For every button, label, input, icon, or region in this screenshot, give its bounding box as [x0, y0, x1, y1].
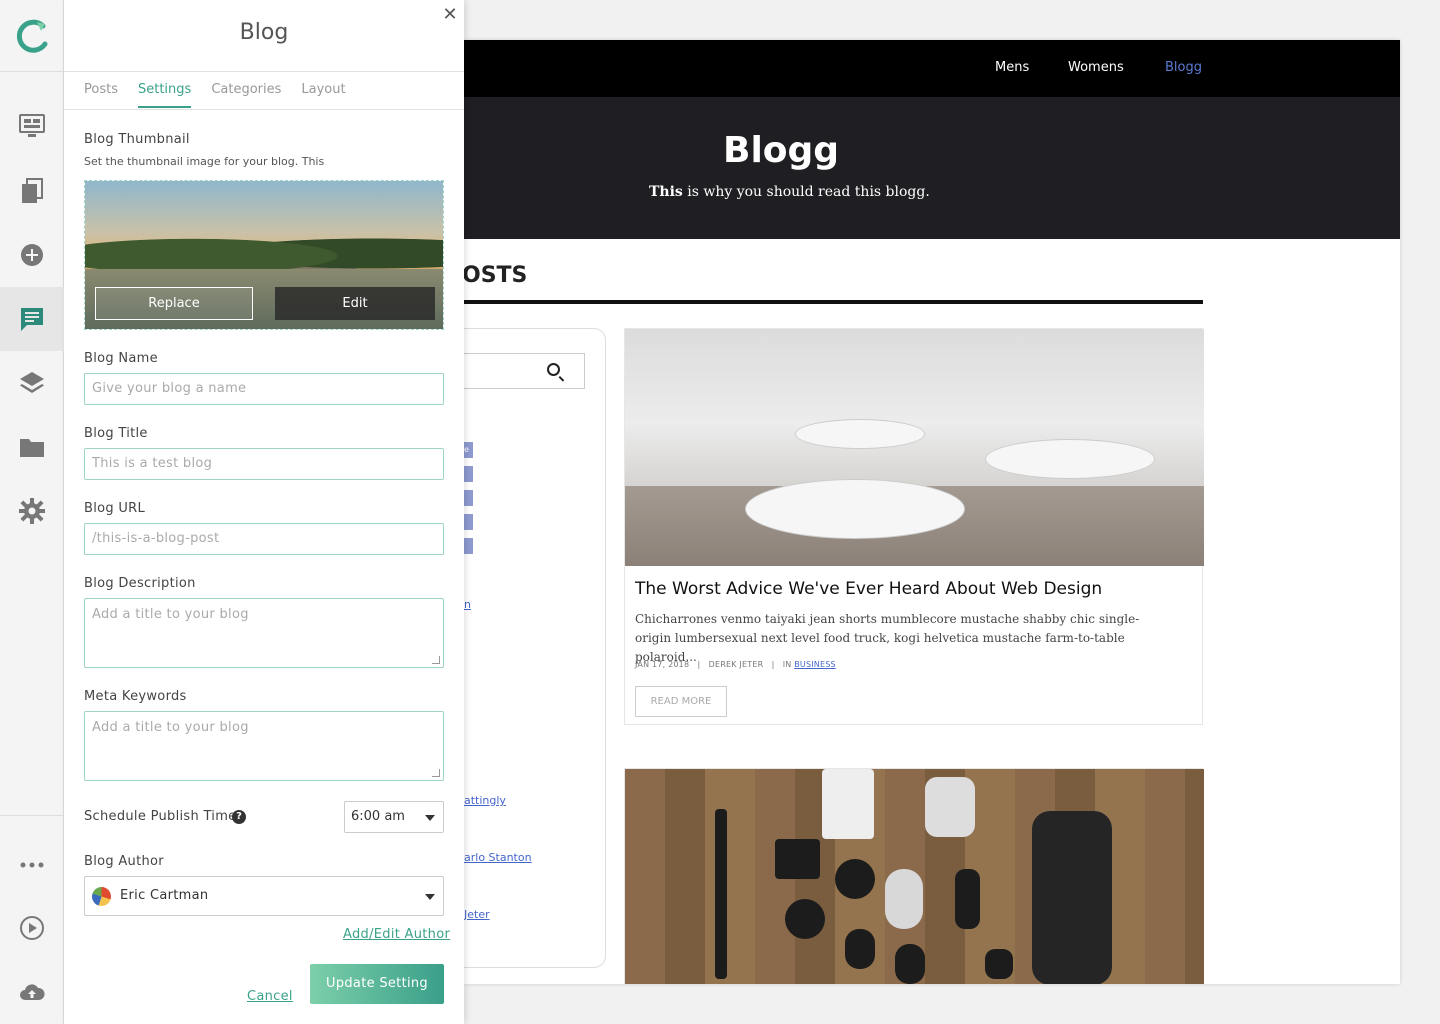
upload-icon[interactable] — [0, 960, 64, 1024]
sidebar-tag[interactable] — [464, 466, 473, 482]
rail-divider — [0, 815, 64, 816]
meta-keywords-textarea[interactable]: Add a title to your blog — [84, 711, 444, 781]
site-preview: Mens Womens Blogg Blogg This is why you … — [464, 40, 1400, 984]
nav-link-blogg[interactable]: Blogg — [1165, 60, 1202, 75]
search-icon[interactable] — [547, 363, 560, 376]
layers-icon[interactable] — [0, 351, 64, 415]
thumbnail-image: Replace Edit — [84, 180, 444, 330]
play-icon[interactable] — [0, 896, 64, 960]
tabs-divider — [64, 109, 464, 110]
blog-description-placeholder: Add a title to your blog — [92, 607, 249, 622]
chevron-down-icon — [425, 815, 435, 821]
blog-description-textarea[interactable]: Add a title to your blog — [84, 598, 444, 668]
sidebar-tag[interactable] — [464, 514, 473, 530]
post-in-label: IN — [782, 660, 792, 669]
chevron-down-icon — [425, 894, 435, 900]
post-excerpt: Chicharrones venmo taiyaki jean shorts m… — [635, 612, 1140, 664]
blog-name-input[interactable]: Give your blog a name — [84, 373, 444, 405]
thumbnail-hint: Set the thumbnail image for your blog. T… — [84, 155, 325, 168]
settings-icon[interactable] — [0, 479, 64, 543]
publish-time-select[interactable]: 6:00 am — [344, 801, 444, 833]
tab-posts[interactable]: Posts — [84, 82, 118, 108]
header-divider — [64, 71, 464, 72]
nav-link-womens[interactable]: Womens — [1068, 60, 1124, 75]
blog-name-label: Blog Name — [84, 351, 158, 366]
blog-author-label: Blog Author — [84, 854, 164, 869]
sidebar-tag[interactable] — [464, 490, 473, 506]
site-nav: Mens Womens Blogg — [464, 40, 1400, 97]
close-icon[interactable]: ✕ — [440, 5, 460, 25]
publish-time-value: 6:00 am — [351, 809, 405, 824]
cancel-link[interactable]: Cancel — [247, 989, 293, 1004]
panel-tabs: Posts Settings Categories Layout — [84, 82, 346, 108]
post-meta: JAN 17, 2018 | DEREK JETER | IN BUSINESS — [635, 660, 836, 669]
blog-url-input[interactable]: /this-is-a-blog-post — [84, 523, 444, 555]
add-edit-author-link[interactable]: Add/Edit Author — [343, 927, 450, 942]
hero-subtitle-rest: is why you should read this blogg. — [682, 184, 930, 200]
blog-icon[interactable] — [0, 287, 64, 351]
post-image[interactable] — [625, 769, 1204, 984]
replace-button[interactable]: Replace — [95, 287, 253, 320]
sidebar-link[interactable]: n — [464, 598, 471, 611]
post-image[interactable] — [625, 329, 1204, 566]
folder-icon[interactable] — [0, 415, 64, 479]
sidebar-search-input[interactable] — [464, 353, 585, 389]
post-card — [624, 768, 1204, 984]
meta-keywords-label: Meta Keywords — [84, 689, 187, 704]
meta-keywords-placeholder: Add a title to your blog — [92, 720, 249, 735]
resize-handle[interactable] — [432, 769, 440, 777]
more-icon[interactable] — [0, 833, 64, 897]
blog-title-label: Blog Title — [84, 426, 148, 441]
sidebar-tag[interactable]: e — [464, 442, 473, 458]
panel-title: Blog — [239, 20, 289, 45]
add-icon[interactable] — [0, 223, 64, 287]
logo-icon[interactable] — [0, 0, 63, 72]
blog-author-select[interactable]: Eric Cartman — [84, 876, 444, 916]
tab-categories[interactable]: Categories — [211, 82, 281, 108]
sidebar-widget — [464, 328, 606, 968]
blog-settings-panel: Blog ✕ Posts Settings Categories Layout … — [64, 0, 464, 1024]
left-rail — [0, 0, 64, 1024]
hero: Blogg This is why you should read this b… — [464, 97, 1400, 239]
posts-heading: OSTS — [464, 263, 528, 288]
heading-rule — [464, 300, 1203, 304]
hero-subtitle: This is why you should read this blogg. — [649, 184, 930, 200]
author-name: Eric Cartman — [120, 888, 209, 903]
sidebar-link[interactable]: arlo Stanton — [464, 851, 532, 864]
tab-settings[interactable]: Settings — [137, 82, 192, 108]
hero-title: Blogg — [723, 130, 840, 171]
blog-title-input[interactable]: This is a test blog — [84, 448, 444, 480]
tab-layout[interactable]: Layout — [301, 82, 345, 108]
post-category-link[interactable]: BUSINESS — [794, 660, 836, 669]
post-title[interactable]: The Worst Advice We've Ever Heard About … — [635, 579, 1102, 599]
publish-time-label: Schedule Publish Time — [84, 809, 237, 824]
avatar — [92, 887, 111, 906]
post-card: The Worst Advice We've Ever Heard About … — [624, 328, 1204, 725]
desktop-icon[interactable] — [0, 94, 64, 158]
read-more-button[interactable]: READ MORE — [635, 686, 727, 717]
sidebar-link[interactable]: Jeter — [464, 908, 490, 921]
post-author: DEREK JETER — [708, 660, 764, 669]
thumbnail-label: Blog Thumbnail — [84, 132, 190, 147]
help-icon[interactable]: ? — [232, 810, 246, 824]
update-setting-button[interactable]: Update Setting — [310, 964, 444, 1004]
sidebar-tag[interactable] — [464, 538, 473, 554]
resize-handle[interactable] — [432, 656, 440, 664]
post-date: JAN 17, 2018 — [635, 660, 690, 669]
blog-description-label: Blog Description — [84, 576, 196, 591]
pages-icon[interactable] — [0, 159, 64, 223]
hero-subtitle-bold: This — [649, 184, 683, 200]
blog-url-label: Blog URL — [84, 501, 146, 516]
sidebar-link[interactable]: attingly — [464, 794, 506, 807]
edit-button[interactable]: Edit — [275, 287, 435, 320]
nav-link-mens[interactable]: Mens — [995, 60, 1029, 75]
